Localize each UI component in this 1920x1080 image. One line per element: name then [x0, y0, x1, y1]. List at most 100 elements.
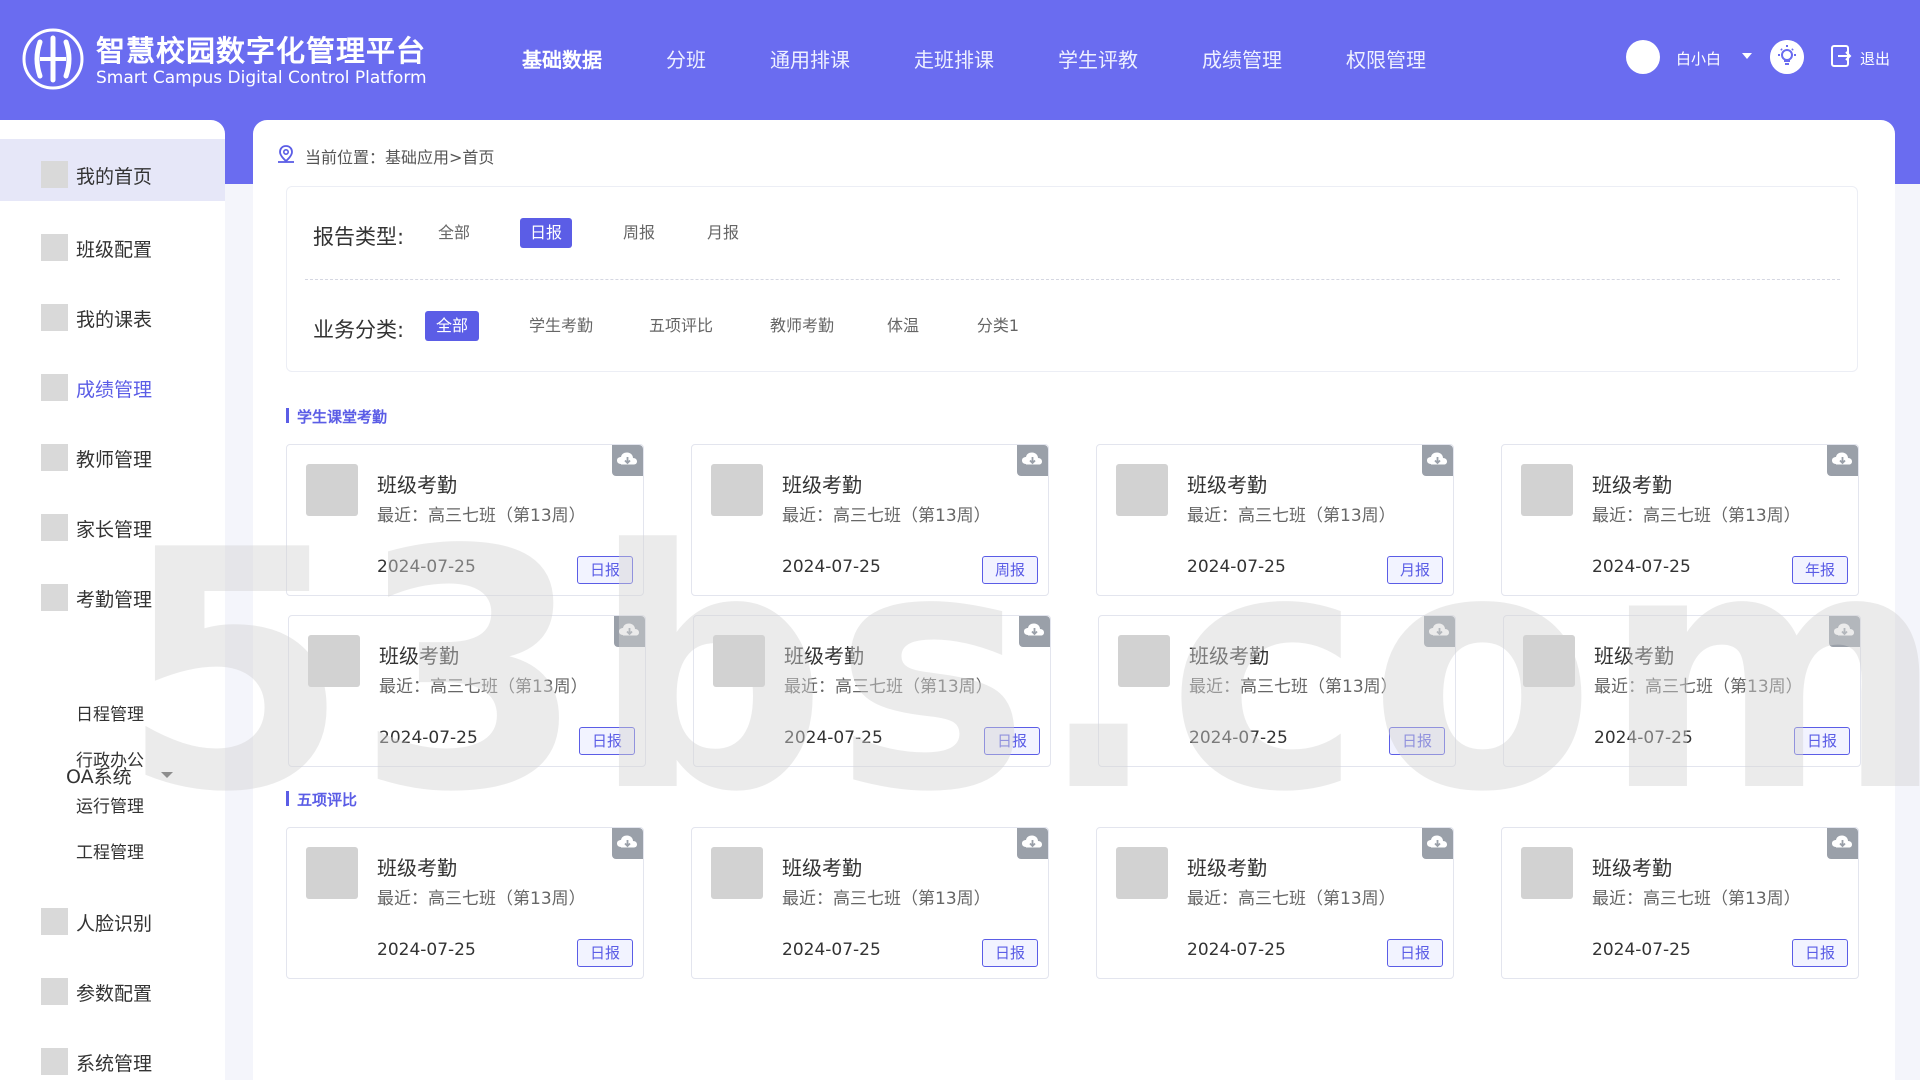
card-date: 2024-07-25: [784, 728, 883, 748]
card-thumbnail: [711, 464, 763, 516]
card-subtitle: 最近：高三七班（第13周）: [782, 506, 991, 526]
card-tag: 日报: [982, 939, 1038, 967]
card-date: 2024-07-25: [1187, 557, 1286, 577]
username[interactable]: 白小白: [1676, 48, 1721, 69]
logout-icon[interactable]: [1830, 44, 1852, 68]
nav-item-base-data[interactable]: 基础数据: [522, 44, 602, 76]
report-type-label: 报告类型:: [313, 225, 405, 249]
report-card[interactable]: 班级考勤 最近：高三七班（第13周） 2024-07-25 日报: [1501, 827, 1859, 979]
report-chip-weekly[interactable]: 周报: [613, 218, 665, 248]
card-subtitle: 最近：高三七班（第13周）: [1592, 506, 1801, 526]
card-title: 班级考勤: [1594, 644, 1674, 668]
sidebar-sub-schedule[interactable]: 日程管理: [76, 700, 144, 725]
card-subtitle: 最近：高三七班（第13周）: [377, 889, 586, 909]
cloud-download-icon[interactable]: [1424, 616, 1455, 647]
report-card[interactable]: 班级考勤 最近：高三七班（第13周） 2024-07-25 日报: [1503, 615, 1861, 767]
card-thumbnail: [308, 635, 360, 687]
menu-icon: [41, 978, 68, 1005]
report-card[interactable]: 班级考勤 最近：高三七班（第13周） 2024-07-25 日报: [1098, 615, 1456, 767]
report-chip-daily[interactable]: 日报: [520, 218, 572, 248]
report-card[interactable]: 班级考勤 最近：高三七班（第13周） 2024-07-25 日报: [288, 615, 646, 767]
card-thumbnail: [1116, 847, 1168, 899]
nav-item-grades[interactable]: 成绩管理: [1202, 44, 1282, 76]
card-subtitle: 最近：高三七班（第13周）: [784, 677, 993, 697]
business-chip-teacher-attendance[interactable]: 教师考勤: [761, 311, 843, 341]
cloud-download-icon[interactable]: [614, 616, 645, 647]
sidebar-item-label: 我的首页: [76, 166, 153, 188]
cloud-download-icon[interactable]: [1017, 828, 1048, 859]
card-subtitle: 最近：高三七班（第13周）: [379, 677, 588, 697]
cloud-download-icon[interactable]: [1827, 828, 1858, 859]
card-thumbnail: [1523, 635, 1575, 687]
sidebar-item-attendance[interactable]: 考勤管理: [0, 562, 225, 624]
cloud-download-icon[interactable]: [1017, 445, 1048, 476]
report-card[interactable]: 班级考勤 最近：高三七班（第13周） 2024-07-25 日报: [691, 827, 1049, 979]
business-chip-temperature[interactable]: 体温: [878, 311, 928, 341]
card-tag: 日报: [1794, 727, 1850, 755]
card-subtitle: 最近：高三七班（第13周）: [782, 889, 991, 909]
cloud-download-icon[interactable]: [1019, 616, 1050, 647]
report-card[interactable]: 班级考勤 最近：高三七班（第13周） 2024-07-25 月报: [1096, 444, 1454, 596]
sidebar-item-class-config[interactable]: 班级配置: [0, 212, 225, 274]
sidebar-item-label: 家长管理: [76, 519, 153, 541]
report-card[interactable]: 班级考勤 最近：高三七班（第13周） 2024-07-25 周报: [691, 444, 1049, 596]
nav-item-class-split[interactable]: 分班: [666, 44, 706, 76]
cloud-download-icon[interactable]: [612, 445, 643, 476]
report-chip-all[interactable]: 全部: [428, 218, 480, 248]
business-chip-all[interactable]: 全部: [425, 311, 479, 341]
sidebar-sub-admin[interactable]: 行政办公: [76, 746, 144, 771]
report-card[interactable]: 班级考勤 最近：高三七班（第13周） 2024-07-25 日报: [286, 827, 644, 979]
sidebar-item-face[interactable]: 人脸识别: [0, 886, 225, 948]
card-date: 2024-07-25: [379, 728, 478, 748]
card-subtitle: 最近：高三七班（第13周）: [1187, 889, 1396, 909]
theme-bulb-icon[interactable]: [1770, 40, 1804, 74]
logo-icon: [22, 28, 84, 90]
nav-item-teacher-eval[interactable]: 学生评教: [1058, 44, 1138, 76]
logout-button[interactable]: 退出: [1860, 48, 1890, 69]
cloud-download-icon[interactable]: [1422, 445, 1453, 476]
sidebar-item-system[interactable]: 系统管理: [0, 1026, 225, 1080]
card-title: 班级考勤: [377, 473, 457, 497]
menu-icon: [41, 161, 68, 188]
nav-item-general-schedule[interactable]: 通用排课: [770, 44, 850, 76]
card-thumbnail: [1118, 635, 1170, 687]
report-card[interactable]: 班级考勤 最近：高三七班（第13周） 2024-07-25 日报: [1096, 827, 1454, 979]
card-tag: 日报: [1792, 939, 1848, 967]
business-chip-five-eval[interactable]: 五项评比: [640, 311, 722, 341]
nav-item-permissions[interactable]: 权限管理: [1346, 44, 1426, 76]
card-title: 班级考勤: [1189, 644, 1269, 668]
sidebar-item-teachers[interactable]: 教师管理: [0, 422, 225, 484]
report-card[interactable]: 班级考勤 最近：高三七班（第13周） 2024-07-25 日报: [693, 615, 1051, 767]
cloud-download-icon[interactable]: [1827, 445, 1858, 476]
sidebar-item-home[interactable]: 我的首页: [0, 139, 225, 201]
menu-icon: [41, 514, 68, 541]
card-subtitle: 最近：高三七班（第13周）: [1592, 889, 1801, 909]
card-subtitle: 最近：高三七班（第13周）: [1187, 506, 1396, 526]
sidebar-sub-engineering[interactable]: 工程管理: [76, 838, 144, 863]
sidebar-item-parents[interactable]: 家长管理: [0, 492, 225, 554]
chevron-down-icon[interactable]: [1742, 53, 1752, 59]
card-tag: 周报: [982, 556, 1038, 584]
cloud-download-icon[interactable]: [612, 828, 643, 859]
card-date: 2024-07-25: [1592, 940, 1691, 960]
sidebar-sub-operation[interactable]: 运行管理: [76, 792, 144, 817]
cloud-download-icon[interactable]: [1422, 828, 1453, 859]
report-card[interactable]: 班级考勤 最近：高三七班（第13周） 2024-07-25 年报: [1501, 444, 1859, 596]
avatar[interactable]: [1626, 40, 1660, 74]
business-chip-category1[interactable]: 分类1: [968, 311, 1028, 341]
chevron-down-icon[interactable]: [161, 772, 173, 778]
card-date: 2024-07-25: [782, 557, 881, 577]
sidebar-item-params[interactable]: 参数配置: [0, 956, 225, 1018]
card-date: 2024-07-25: [1189, 728, 1288, 748]
nav-item-mobile-schedule[interactable]: 走班排课: [914, 44, 994, 76]
sidebar-item-my-schedule[interactable]: 我的课表: [0, 282, 225, 344]
cloud-download-icon[interactable]: [1829, 616, 1860, 647]
card-title: 班级考勤: [784, 644, 864, 668]
card-title: 班级考勤: [379, 644, 459, 668]
report-chip-monthly[interactable]: 月报: [697, 218, 749, 248]
business-chip-student-attendance[interactable]: 学生考勤: [520, 311, 602, 341]
report-card[interactable]: 班级考勤 最近：高三七班（第13周） 2024-07-25 日报: [286, 444, 644, 596]
sidebar-item-label: 参数配置: [76, 983, 153, 1005]
business-type-label: 业务分类:: [313, 318, 405, 342]
sidebar-item-grades[interactable]: 成绩管理: [0, 352, 225, 414]
